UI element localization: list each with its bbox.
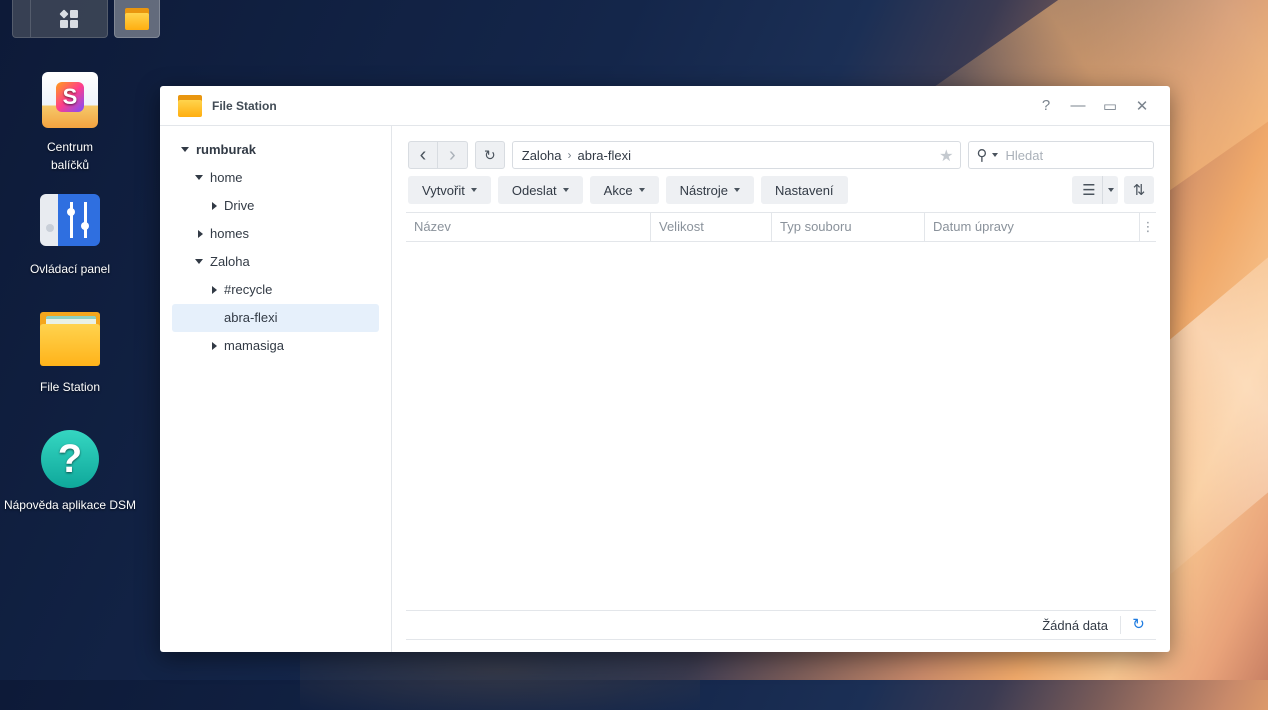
desktop-icon-label: Ovládací panel [29,262,111,276]
chevron-down-icon [638,188,645,192]
search-options-chevron-icon[interactable] [991,153,998,157]
desktop-icon-label: Nápověda aplikace DSM [3,498,137,512]
taskbar-divider [13,0,31,37]
chevron-down-icon [562,188,569,192]
chevron-down-icon [470,188,477,192]
search-icon[interactable]: ⚲ [977,146,988,164]
expand-arrow-icon[interactable] [198,230,203,238]
path-bar[interactable]: Zaloha › abra-flexi ★ [511,141,961,169]
help-icon: ? [41,430,99,488]
desktop-icon-package-center[interactable]: S Centrum balíčků [0,72,140,174]
column-size[interactable]: Velikost [651,213,772,241]
taskbar [12,0,108,38]
list-view-icon: ☰ [1082,182,1096,199]
expand-arrow-icon[interactable] [212,202,217,210]
breadcrumb-zaloha[interactable]: Zaloha [522,148,562,163]
file-table-header: Název Velikost Typ souboru Datum úpravy … [406,212,1156,242]
folder-icon [178,94,202,117]
tree-item-zaloha[interactable]: Zaloha [172,248,379,276]
breadcrumb-separator-icon: › [567,148,572,162]
breadcrumb-abra-flexi[interactable]: abra-flexi [578,148,631,163]
tree-item-homes[interactable]: homes [172,220,379,248]
window-titlebar[interactable]: File Station ? — ▭ ✕ [160,86,1170,126]
collapse-arrow-icon[interactable] [181,147,189,152]
minimize-button[interactable]: — [1062,97,1094,115]
desktop-icon-label: File Station [39,380,101,394]
refresh-button[interactable]: ↻ [474,141,505,169]
collapse-arrow-icon[interactable] [195,259,203,264]
refresh-icon: ↻ [483,146,496,163]
settings-button[interactable]: Nastavení [761,176,848,204]
back-button[interactable]: ‹ [408,141,438,169]
folder-icon [40,312,100,366]
tree-item-abra-flexi[interactable]: abra-flexi [172,304,379,332]
refresh-icon[interactable]: ↻ [1120,616,1156,634]
status-bar: Žádná data ↻ [406,610,1156,640]
column-options-icon[interactable]: ⋮ [1140,213,1156,241]
create-button[interactable]: Vytvořit [408,176,491,204]
search-input[interactable]: ⚲ Hledat [967,141,1155,169]
status-text: Žádná data [1042,617,1108,633]
maximize-button[interactable]: ▭ [1094,97,1126,115]
column-modified[interactable]: Datum úpravy [925,213,1140,241]
folder-tree: rumburak home Drive homes Zaloha #recycl… [160,126,392,652]
tree-item-rumburak[interactable]: rumburak [172,136,379,164]
file-station-window: File Station ? — ▭ ✕ rumburak home Drive… [160,86,1170,652]
expand-arrow-icon[interactable] [212,286,217,294]
action-button-label: Akce [603,182,633,198]
favorite-star-icon[interactable]: ★ [939,146,953,166]
window-title: File Station [212,98,277,113]
tree-item-drive[interactable]: Drive [172,192,379,220]
expand-arrow-icon[interactable] [212,342,217,350]
sort-icon: ⇅ [1132,182,1146,199]
column-name[interactable]: Název [406,213,651,241]
settings-button-label: Nastavení [775,182,834,198]
back-icon: ‹ [419,144,427,166]
chevron-down-icon [734,188,740,192]
tree-item-recycle[interactable]: #recycle [172,276,379,304]
action-toolbar: Vytvořit Odeslat Akce Nástroje Nastavení… [408,176,1154,204]
forward-icon: › [449,144,456,166]
create-button-label: Vytvořit [422,182,465,198]
desktop-icon-control-panel[interactable]: Ovládací panel [0,194,140,278]
main-menu-icon [59,8,78,28]
desktop-icon-file-station[interactable]: File Station [0,312,140,396]
tools-button[interactable]: Nástroje [665,176,754,204]
desktop-icon-label: Centrum balíčků [46,140,93,172]
main-menu-button[interactable] [31,0,107,37]
sort-button[interactable]: ⇅ [1124,176,1154,204]
chevron-down-icon [1108,188,1114,192]
help-button[interactable]: ? [1030,97,1062,115]
search-placeholder: Hledat [1005,147,1044,163]
desktop-icon-dsm-help[interactable]: ? Nápověda aplikace DSM [0,430,140,514]
control-panel-icon [40,194,100,246]
file-pane: ‹ › ↻ Zaloha › abra-flexi ★ ⚲ Hledat Vyt… [392,126,1170,652]
upload-button[interactable]: Odeslat [497,176,583,204]
taskbar-file-station[interactable] [114,0,160,38]
tree-item-home[interactable]: home [172,164,379,192]
view-mode-button[interactable]: ☰ [1072,176,1118,204]
forward-button[interactable]: › [437,141,468,169]
package-center-icon: S [42,72,98,128]
navigation-bar: ‹ › ↻ Zaloha › abra-flexi ★ ⚲ Hledat [408,141,1155,171]
close-button[interactable]: ✕ [1126,97,1158,115]
collapse-arrow-icon[interactable] [195,175,203,180]
folder-icon [125,7,149,30]
action-button[interactable]: Akce [589,176,659,204]
tree-item-mamasiga[interactable]: mamasiga [172,332,379,360]
upload-button-label: Odeslat [511,182,557,198]
tools-button-label: Nástroje [679,182,728,198]
column-type[interactable]: Typ souboru [772,213,925,241]
